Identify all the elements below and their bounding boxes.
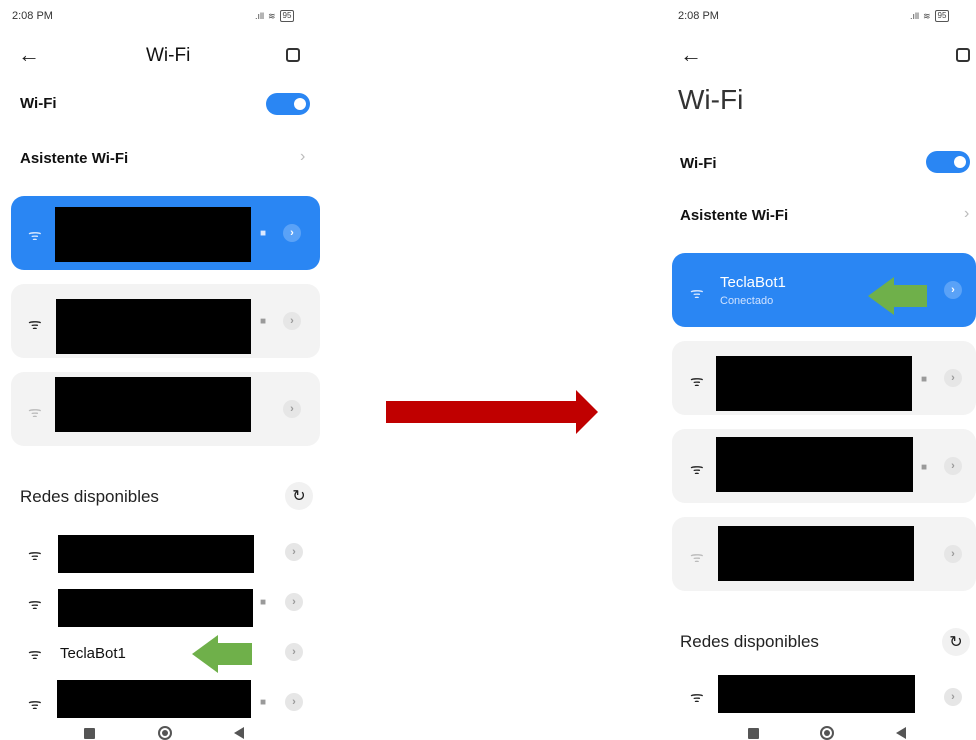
network-details-button[interactable]: › [944,688,962,706]
wifi-status-icon: ≋ [268,10,276,21]
right-phone-screen: 2:08 PM .ıll ≋ 95 ← Wi-Fi Wi-Fi Asistent… [664,0,976,740]
nav-back-button[interactable] [896,727,906,739]
network-details-button[interactable]: › [944,281,962,299]
nav-home-button[interactable] [158,726,172,740]
redacted-network-name [55,377,251,432]
wifi-icon: ᯤ [28,404,42,421]
assistant-label[interactable]: Asistente Wi-Fi [20,150,128,167]
nav-back-button[interactable] [234,727,244,739]
connected-network-name: TeclaBot1 [720,274,786,291]
network-details-button[interactable]: › [285,693,303,711]
available-networks-title: Redes disponibles [20,487,159,506]
network-details-button[interactable]: › [285,543,303,561]
wifi-icon: ᯤ [28,646,42,663]
redacted-network-name [55,207,251,262]
status-time: 2:08 PM [12,10,53,22]
refresh-icon[interactable]: ↻ [285,482,313,510]
scan-icon[interactable] [286,48,300,62]
transition-arrow-head [576,390,598,434]
wifi-icon: ᯤ [28,696,42,713]
connected-network-card[interactable] [672,253,976,327]
lock-icon: ■ [260,228,267,239]
lock-icon: ■ [921,462,928,473]
scan-icon[interactable] [956,48,970,62]
green-pointer-arrow-head [192,635,218,673]
lock-icon: ■ [260,697,267,708]
chevron-right-icon[interactable]: › [964,205,969,223]
wifi-icon: ᯤ [690,461,704,478]
wifi-toggle[interactable] [266,93,310,115]
available-networks-title: Redes disponibles [680,632,819,651]
signal-icon: .ıll [255,11,264,21]
redacted-network-name[interactable] [58,589,253,627]
network-details-button[interactable]: › [944,457,962,475]
battery-icon: 95 [934,10,950,22]
redacted-network-name [56,299,251,354]
wifi-icon: ᯤ [28,227,42,244]
wifi-icon: ᯤ [690,689,704,706]
network-details-button[interactable]: › [944,369,962,387]
wifi-icon: ᯤ [690,373,704,390]
wifi-toggle-label: Wi-Fi [680,155,717,172]
lock-icon: ■ [260,316,267,327]
lock-icon: ■ [921,374,928,385]
assistant-label[interactable]: Asistente Wi-Fi [680,207,788,224]
wifi-icon: ᯤ [28,547,42,564]
chevron-right-icon[interactable]: › [300,148,305,166]
transition-arrow-body [386,401,576,423]
network-details-button[interactable]: › [285,593,303,611]
redacted-network-name [716,356,912,411]
network-details-button[interactable]: › [285,643,303,661]
green-pointer-arrow-body [217,643,252,665]
page-title: Wi-Fi [146,45,191,66]
redacted-network-name [718,526,914,581]
status-icons: .ıll ≋ 95 [255,10,295,22]
green-pointer-arrow-body [893,285,927,307]
redacted-network-name[interactable] [58,535,254,573]
green-pointer-arrow-head [868,277,894,315]
redacted-network-name[interactable] [718,675,915,713]
connected-network-status: Conectado [720,295,774,307]
wifi-icon: ᯤ [690,549,704,566]
nav-recents-button[interactable] [748,728,759,739]
nav-recents-button[interactable] [84,728,95,739]
network-details-button[interactable]: › [283,400,301,418]
redacted-network-name [716,437,913,492]
status-time: 2:08 PM [678,10,719,22]
refresh-icon[interactable]: ↻ [942,628,970,656]
left-phone-screen: 2:08 PM .ıll ≋ 95 ← Wi-Fi Wi-Fi Asistent… [0,0,336,740]
wifi-status-icon: ≋ [923,10,931,21]
wifi-icon: ᯤ [28,316,42,333]
signal-icon: .ıll [910,11,919,21]
back-arrow-icon[interactable]: ← [680,44,702,66]
network-details-button[interactable]: › [283,224,301,242]
status-icons: .ıll ≋ 95 [910,10,950,22]
network-details-button[interactable]: › [944,545,962,563]
wifi-icon: ᯤ [28,596,42,613]
back-arrow-icon[interactable]: ← [18,44,40,66]
wifi-toggle-label: Wi-Fi [20,95,57,112]
battery-icon: 95 [279,10,295,22]
wifi-toggle[interactable] [926,151,970,173]
wifi-icon: ᯤ [690,285,704,302]
network-details-button[interactable]: › [283,312,301,330]
network-name-teclabot1[interactable]: TeclaBot1 [60,645,126,662]
redacted-network-name[interactable] [57,680,251,718]
nav-home-button[interactable] [820,726,834,740]
lock-icon: ■ [260,597,267,608]
page-title: Wi-Fi [678,84,744,115]
